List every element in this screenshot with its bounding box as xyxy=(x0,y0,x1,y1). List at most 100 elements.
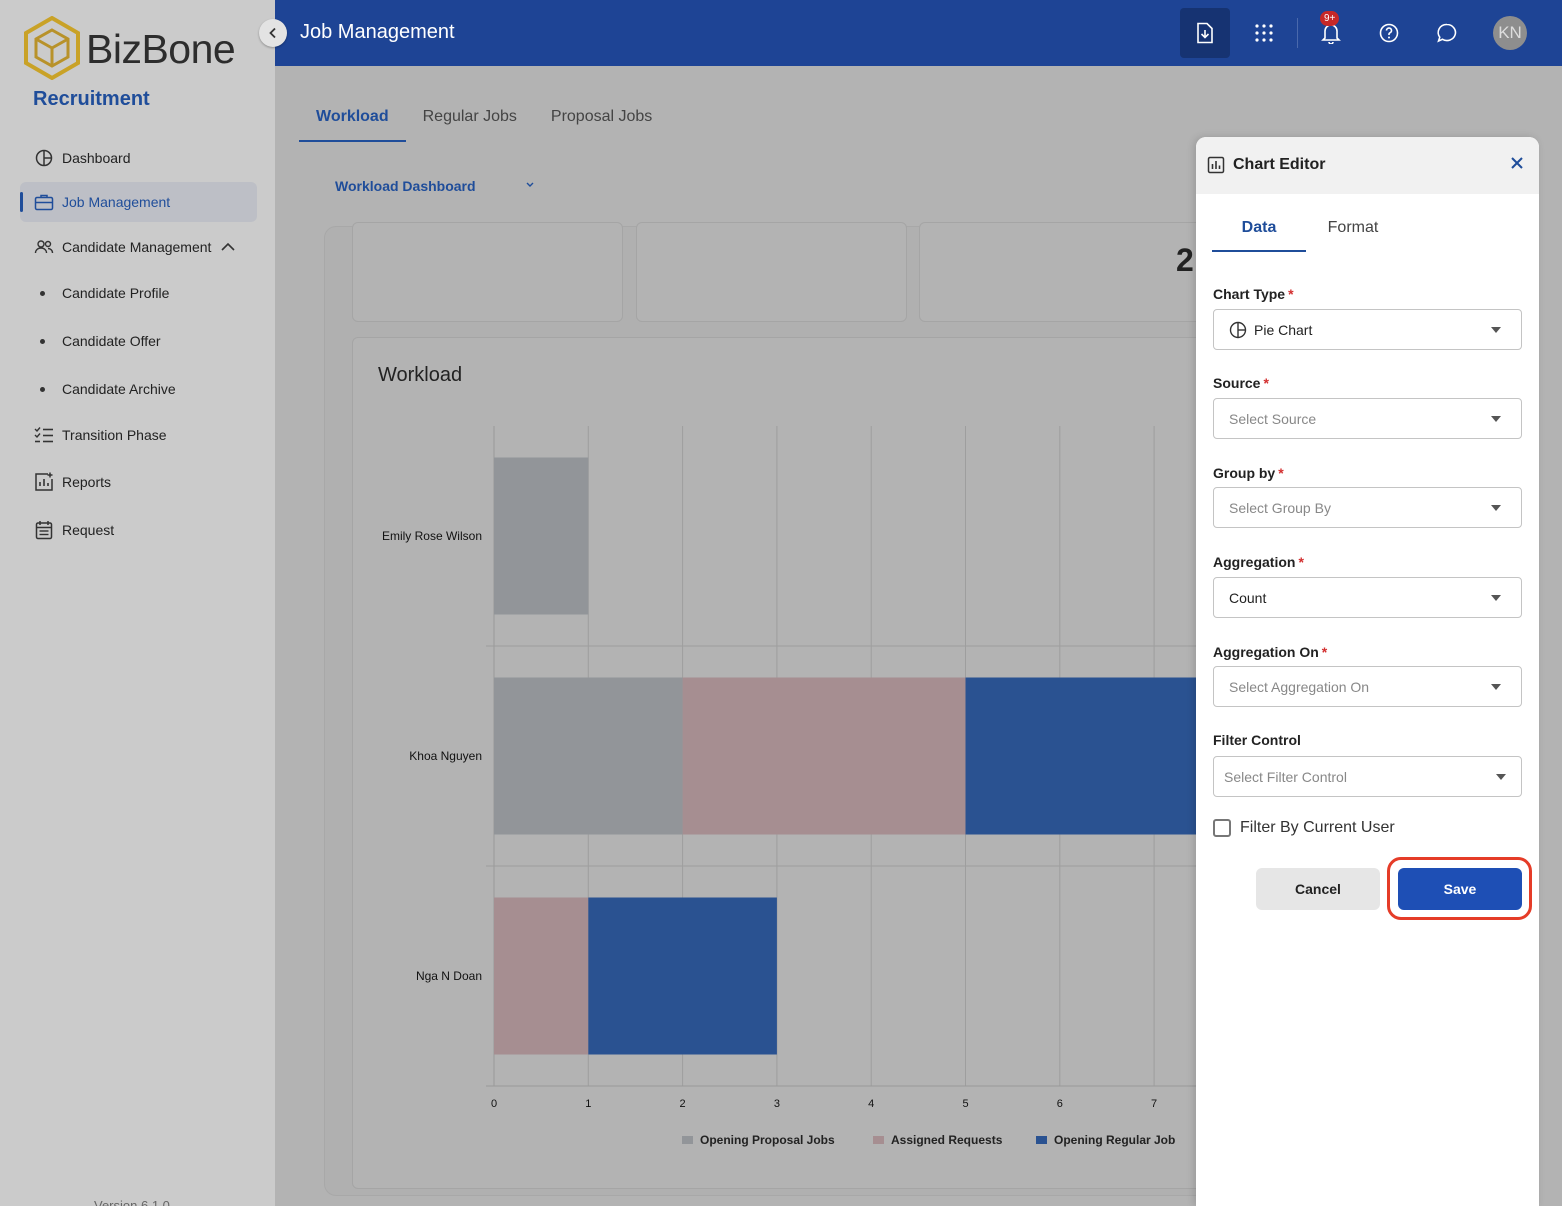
sidebar-subitem-label: Candidate Offer xyxy=(62,333,161,349)
required-mark: * xyxy=(1321,644,1328,660)
chart-editor-icon xyxy=(1207,156,1225,179)
header-divider xyxy=(1297,18,1298,48)
select-placeholder: Select Group By xyxy=(1229,499,1331,516)
group-by-label: Group by * xyxy=(1213,465,1284,481)
sidebar-item-label: Job Management xyxy=(62,194,171,210)
dashboard-select[interactable]: Workload Dashboard xyxy=(335,178,476,194)
sidebar-item-request[interactable]: Request xyxy=(20,510,257,550)
save-button-highlight xyxy=(1387,857,1532,920)
cancel-button[interactable]: Cancel xyxy=(1256,868,1380,910)
select-placeholder: Select Filter Control xyxy=(1224,768,1347,785)
summary-card xyxy=(636,222,907,322)
chevron-up-icon[interactable] xyxy=(221,239,236,255)
calendar-list-icon xyxy=(33,519,55,541)
sidebar-subitem-label: Candidate Archive xyxy=(62,381,176,397)
pie-chart-icon xyxy=(33,147,55,169)
logo-text: BizBone xyxy=(86,26,236,72)
x-tick-label: 4 xyxy=(868,1098,874,1110)
checkbox-label: Filter By Current User xyxy=(1240,819,1395,836)
tab-regular-jobs[interactable]: Regular Jobs xyxy=(406,96,534,142)
chevron-down-icon[interactable] xyxy=(525,180,535,192)
group-by-select[interactable]: Select Group By xyxy=(1213,487,1522,528)
workload-chart: Emily Rose Wilson Khoa Nguyen Nga N Doan 0 1… xyxy=(382,426,1197,1147)
filter-current-user-row[interactable]: Filter By Current User xyxy=(1213,819,1395,837)
grid-dots-icon xyxy=(1255,24,1273,42)
summary-card xyxy=(352,222,623,322)
bar xyxy=(682,677,966,835)
dropdown-caret-icon xyxy=(1491,505,1501,511)
source-select[interactable]: Select Source xyxy=(1213,398,1522,439)
required-mark: * xyxy=(1278,465,1284,481)
category-label: Khoa Nguyen xyxy=(409,749,482,763)
sidebar-item-dashboard[interactable]: Dashboard xyxy=(20,138,257,178)
help-button[interactable] xyxy=(1370,14,1408,52)
filter-current-user-checkbox[interactable] xyxy=(1213,819,1231,837)
legend-label: Assigned Requests xyxy=(891,1133,1003,1147)
sidebar-item-job-management[interactable]: Job Management xyxy=(20,182,257,222)
required-mark: * xyxy=(1298,554,1304,570)
apps-button[interactable] xyxy=(1245,14,1283,52)
x-tick-label: 3 xyxy=(774,1098,780,1110)
avatar[interactable]: KN xyxy=(1493,16,1527,50)
legend-label: Opening Proposal Jobs xyxy=(700,1133,835,1147)
sidebar-item-label: Reports xyxy=(62,474,112,490)
chart-editor-panel: Chart Editor Data Format Chart Type * Pie… xyxy=(1196,137,1539,1206)
dropdown-caret-icon xyxy=(1491,595,1501,601)
bar xyxy=(965,677,1197,835)
app-version: Version 6.1.0 xyxy=(94,1198,170,1206)
aggregation-label: Aggregation * xyxy=(1213,554,1304,570)
panel-tabs: Data Format xyxy=(1212,215,1400,252)
sidebar-subitem-candidate-profile[interactable]: Candidate Profile xyxy=(40,285,169,301)
legend-swatch xyxy=(682,1136,693,1144)
sidebar: BizBone Recruitment Dashboard Job Manage… xyxy=(0,0,275,1206)
close-icon[interactable] xyxy=(1510,156,1524,175)
required-mark: * xyxy=(1263,375,1269,391)
x-tick-label: 5 xyxy=(962,1098,968,1110)
main-tabs: Workload Regular Jobs Proposal Jobs xyxy=(299,96,669,142)
x-tick-label: 6 xyxy=(1057,1098,1063,1110)
label-text: Group by xyxy=(1213,465,1276,481)
dropdown-caret-icon xyxy=(1496,774,1506,780)
x-tick-label: 0 xyxy=(491,1098,497,1110)
tab-proposal-jobs[interactable]: Proposal Jobs xyxy=(534,96,669,142)
tab-format[interactable]: Format xyxy=(1306,215,1400,252)
filter-control-select[interactable]: Select Filter Control xyxy=(1213,756,1522,797)
legend-label: Opening Regular Job xyxy=(1054,1133,1175,1147)
help-circle-icon xyxy=(1379,23,1399,43)
bar xyxy=(494,677,683,835)
sidebar-item-candidate-management[interactable]: Candidate Management xyxy=(20,227,257,267)
aggregation-on-label: Aggregation On * xyxy=(1213,644,1327,660)
page-title: Job Management xyxy=(300,21,455,43)
sidebar-subitem-candidate-archive[interactable]: Candidate Archive xyxy=(40,381,176,397)
dropdown-caret-icon xyxy=(1491,684,1501,690)
sidebar-subitem-candidate-offer[interactable]: Candidate Offer xyxy=(40,333,161,349)
chat-button[interactable] xyxy=(1428,14,1466,52)
sidebar-item-transition-phase[interactable]: Transition Phase xyxy=(20,415,257,455)
download-button[interactable] xyxy=(1180,8,1230,58)
select-value: Pie Chart xyxy=(1254,321,1313,338)
chart-type-select[interactable]: Pie Chart xyxy=(1213,309,1522,350)
select-value: Count xyxy=(1229,589,1267,606)
aggregation-on-select[interactable]: Select Aggregation On xyxy=(1213,666,1522,707)
category-label: Emily Rose Wilson xyxy=(382,529,482,543)
notification-badge: 9+ xyxy=(1320,11,1340,26)
x-tick-label: 1 xyxy=(585,1098,591,1110)
summary-card xyxy=(919,222,1219,322)
bullet-icon xyxy=(40,290,45,296)
sidebar-item-label: Request xyxy=(62,522,115,538)
tab-data[interactable]: Data xyxy=(1212,215,1306,252)
aggregation-select[interactable]: Count xyxy=(1213,577,1522,618)
bar xyxy=(588,897,777,1055)
x-tick-label: 7 xyxy=(1151,1098,1157,1110)
tab-workload[interactable]: Workload xyxy=(299,96,406,142)
legend-swatch xyxy=(873,1136,884,1144)
label-text: Source xyxy=(1213,375,1261,391)
sidebar-item-label: Candidate Management xyxy=(62,239,212,255)
panel-header: Chart Editor xyxy=(1196,137,1539,194)
sidebar-item-reports[interactable]: Reports xyxy=(20,462,257,502)
select-placeholder: Select Source xyxy=(1229,410,1317,427)
sidebar-collapse-button[interactable] xyxy=(259,19,287,47)
checklist-icon xyxy=(33,424,55,446)
source-label: Source * xyxy=(1213,375,1269,391)
sidebar-item-label: Dashboard xyxy=(62,150,131,166)
